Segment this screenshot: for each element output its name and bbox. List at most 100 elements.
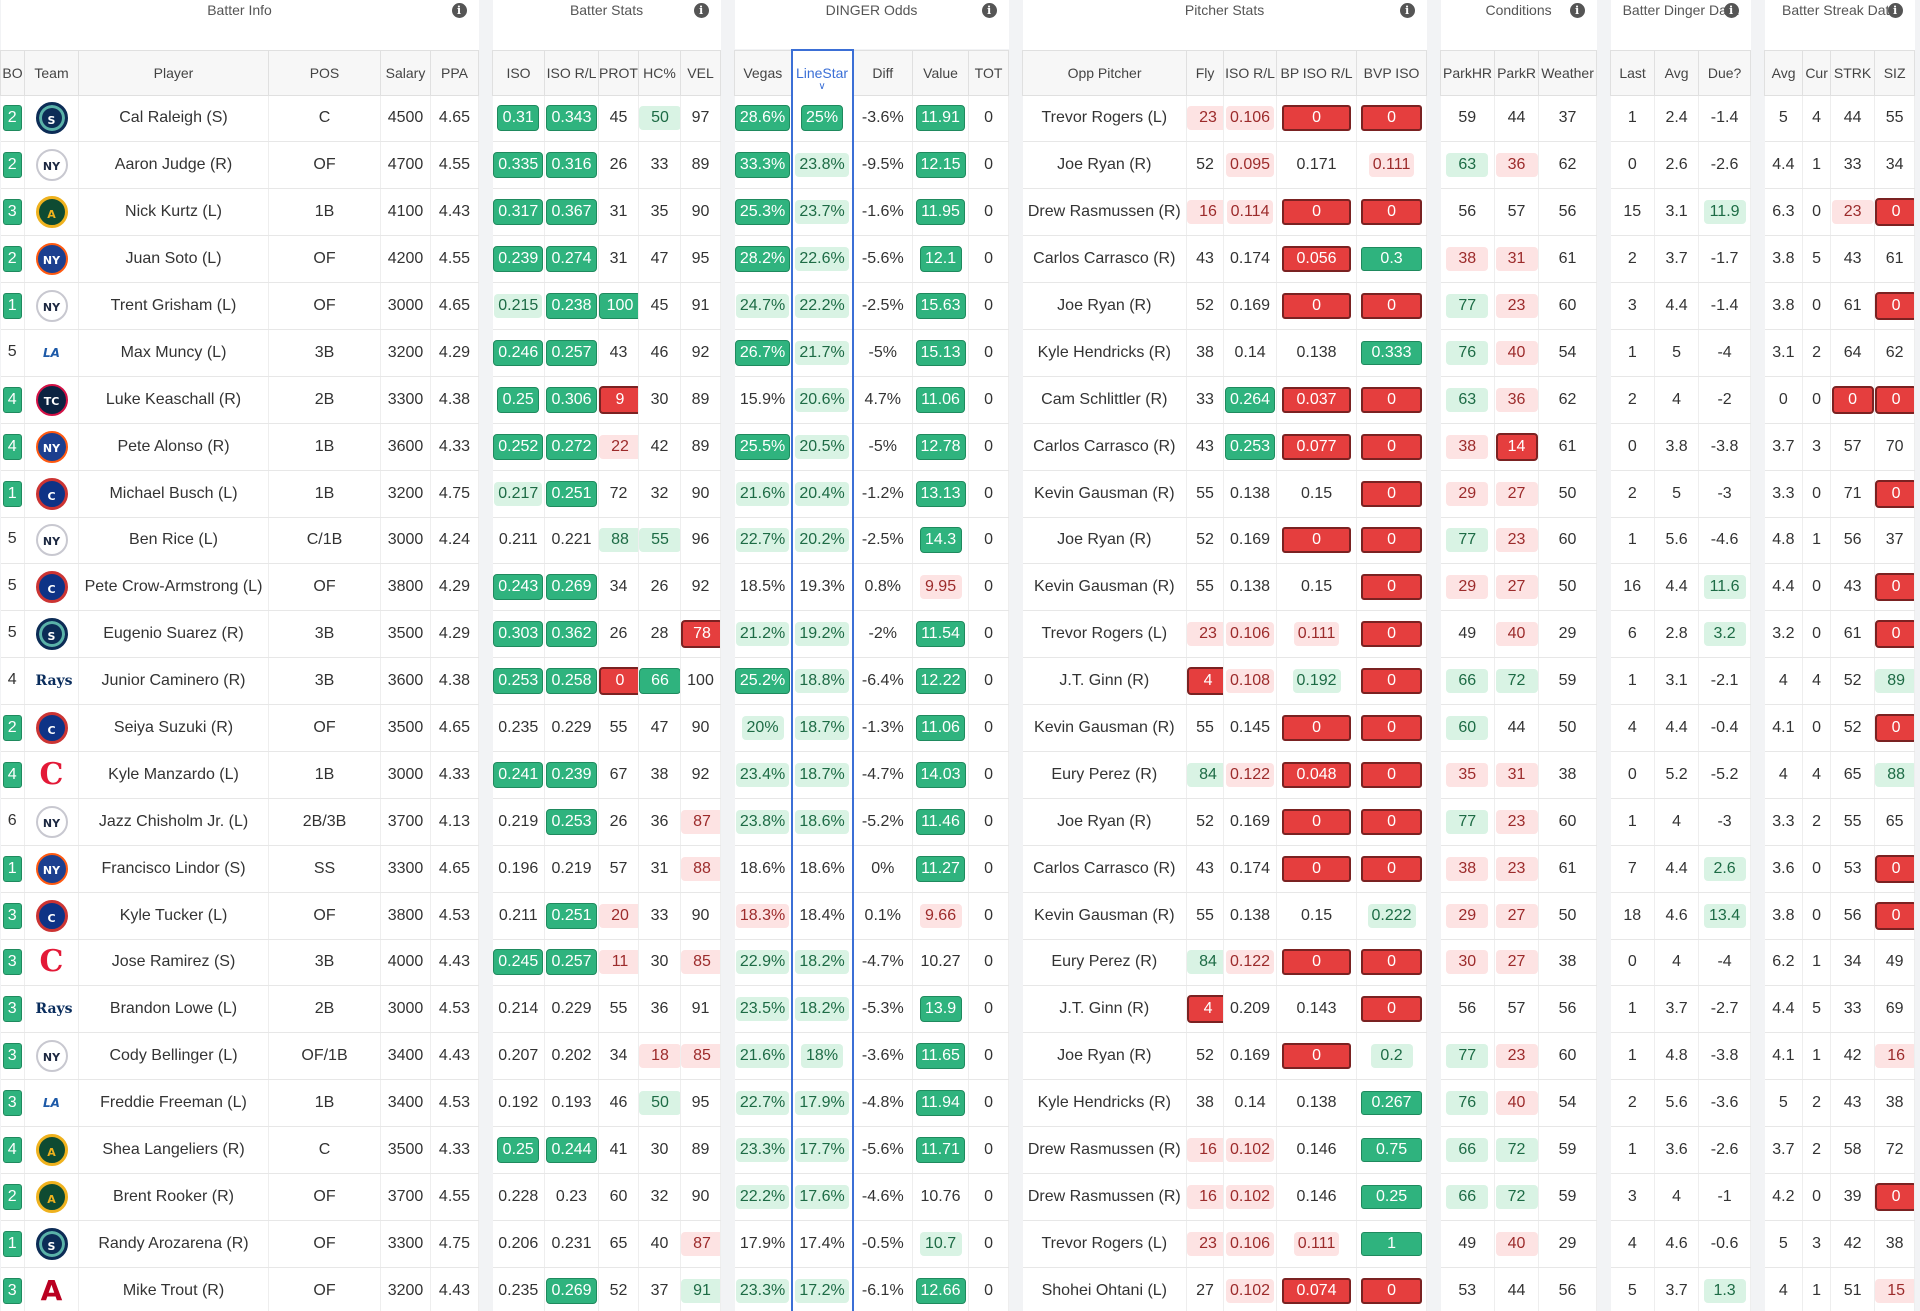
column-header-s-avg[interactable]: Avg xyxy=(1764,49,1804,96)
table-row[interactable]: 1 C Michael Busch (L) 1B 3200 4.75 0.217 0.251 7… xyxy=(0,470,1916,518)
cell-player[interactable]: Freddie Freeman (L) xyxy=(78,1079,269,1128)
cell-opp[interactable]: Drew Rasmussen (R) xyxy=(1022,1173,1188,1221)
table-row[interactable]: 4 NY Pete Alonso (R) 1B 3600 4.33 0.252 0.272 22… xyxy=(0,423,1916,471)
cell-opp[interactable]: Drew Rasmussen (R) xyxy=(1022,188,1188,237)
cell-player[interactable]: Nick Kurtz (L) xyxy=(78,188,269,237)
column-header-linestar[interactable]: LineStar ∨ xyxy=(790,49,854,95)
cell-opp[interactable]: Drew Rasmussen (R) xyxy=(1022,1126,1188,1174)
column-header-team[interactable]: Team xyxy=(24,49,79,96)
cell-player[interactable]: Trent Grisham (L) xyxy=(78,282,269,330)
cell-player[interactable]: Cal Raleigh (S) xyxy=(78,95,269,143)
table-row[interactable]: 4 TC Luke Keaschall (R) 2B 3300 4.38 0.25 0.306… xyxy=(0,376,1916,424)
cell-player[interactable]: Randy Arozarena (R) xyxy=(78,1220,269,1268)
cell-player[interactable]: Junior Caminero (R) xyxy=(78,657,269,706)
info-icon[interactable]: i xyxy=(1887,3,1903,18)
table-row[interactable]: 2 S Cal Raleigh (S) C 4500 4.65 0.31 0.343 45 50 9… xyxy=(0,95,1916,143)
cell-opp[interactable]: Joe Ryan (R) xyxy=(1022,798,1188,846)
info-icon[interactable]: i xyxy=(1399,3,1415,18)
cell-opp[interactable]: J.T. Ginn (R) xyxy=(1022,985,1188,1034)
cell-player[interactable]: Kyle Tucker (L) xyxy=(78,892,269,940)
cell-opp[interactable]: Kevin Gausman (R) xyxy=(1022,892,1188,940)
cell-player[interactable]: Cody Bellinger (L) xyxy=(78,1032,269,1081)
table-row[interactable]: 3 C Jose Ramirez (S) 3B 4000 4.43 0.245 0.257 11… xyxy=(0,939,1916,987)
info-icon[interactable]: i xyxy=(693,3,709,18)
cell-player[interactable]: Brandon Lowe (L) xyxy=(78,985,269,1034)
cell-player[interactable]: Max Muncy (L) xyxy=(78,329,269,377)
cell-opp[interactable]: Trevor Rogers (L) xyxy=(1022,95,1188,143)
column-header-p-iso-rl[interactable]: ISO R/L xyxy=(1223,49,1278,96)
info-icon[interactable]: i xyxy=(1723,3,1739,18)
info-icon[interactable]: i xyxy=(451,3,467,18)
table-row[interactable]: 5 NY Ben Rice (L) C/1B 3000 4.24 0.211 0.221 88 5… xyxy=(0,517,1916,565)
column-header-iso[interactable]: ISO xyxy=(492,49,545,96)
table-row[interactable]: 4 Rays Junior Caminero (R) 3B 3600 4.38 0.253 0… xyxy=(0,657,1916,706)
table-row[interactable]: 3 NY Cody Bellinger (L) OF/1B 3400 4.43 0.207 0… xyxy=(0,1032,1916,1081)
cell-player[interactable]: Aaron Judge (R) xyxy=(78,141,269,190)
column-header-parkhr[interactable]: ParkHR xyxy=(1440,49,1496,96)
cell-player[interactable]: Francisco Lindor (S) xyxy=(78,845,269,893)
table-row[interactable]: 3 A Mike Trout (R) OF 3200 4.43 0.235 0.269 52 37… xyxy=(0,1267,1916,1311)
column-header-salary[interactable]: Salary xyxy=(380,49,431,96)
cell-opp[interactable]: Kyle Hendricks (R) xyxy=(1022,329,1188,377)
table-row[interactable]: 3 C Kyle Tucker (L) OF 3800 4.53 0.211 0.251 20 3… xyxy=(0,892,1916,940)
cell-opp[interactable]: Eury Perez (R) xyxy=(1022,751,1188,799)
column-header-weather[interactable]: Weather xyxy=(1538,49,1598,96)
cell-opp[interactable]: Trevor Rogers (L) xyxy=(1022,1220,1188,1268)
cell-opp[interactable]: Kyle Hendricks (R) xyxy=(1022,1079,1188,1128)
cell-opp[interactable]: Eury Perez (R) xyxy=(1022,939,1188,987)
column-header-due[interactable]: Due? xyxy=(1698,49,1752,96)
info-icon[interactable]: i xyxy=(1569,3,1585,18)
column-header-prot[interactable]: PROT xyxy=(598,49,639,96)
column-header-pos[interactable]: POS xyxy=(268,49,381,96)
table-row[interactable]: 1 NY Francisco Lindor (S) SS 3300 4.65 0.196 0.… xyxy=(0,845,1916,893)
cell-opp[interactable]: Joe Ryan (R) xyxy=(1022,141,1188,190)
cell-opp[interactable]: Kevin Gausman (R) xyxy=(1022,470,1188,518)
column-header-vegas[interactable]: Vegas xyxy=(734,49,793,96)
cell-player[interactable]: Juan Soto (L) xyxy=(78,235,269,284)
cell-opp[interactable]: Joe Ryan (R) xyxy=(1022,517,1188,565)
column-header-avg[interactable]: Avg xyxy=(1654,49,1700,96)
column-header-value[interactable]: Value xyxy=(912,49,970,96)
cell-player[interactable]: Eugenio Suarez (R) xyxy=(78,610,269,659)
cell-player[interactable]: Seiya Suzuki (R) xyxy=(78,704,269,752)
table-row[interactable]: 3 LA Freddie Freeman (L) 1B 3400 4.53 0.192 0.1… xyxy=(0,1079,1916,1128)
cell-player[interactable]: Pete Crow-Armstrong (L) xyxy=(78,563,269,612)
column-header-bp-iso[interactable]: BP ISO R/L xyxy=(1276,49,1358,96)
cell-opp[interactable]: Trevor Rogers (L) xyxy=(1022,610,1188,659)
cell-opp[interactable]: Carlos Carrasco (R) xyxy=(1022,423,1188,471)
cell-opp[interactable]: J.T. Ginn (R) xyxy=(1022,657,1188,706)
table-row[interactable]: 5 S Eugenio Suarez (R) 3B 3500 4.29 0.303 0.362… xyxy=(0,610,1916,659)
table-row[interactable]: 5 LA Max Muncy (L) 3B 3200 4.29 0.246 0.257 43 46… xyxy=(0,329,1916,377)
column-header-bvp-iso[interactable]: BVP ISO xyxy=(1356,49,1428,96)
column-header-siz[interactable]: SIZ xyxy=(1874,49,1916,96)
table-row[interactable]: 4 A Shea Langeliers (R) C 3500 4.33 0.25 0.244 4… xyxy=(0,1126,1916,1174)
cell-opp[interactable]: Kevin Gausman (R) xyxy=(1022,704,1188,752)
table-row[interactable]: 2 C Seiya Suzuki (R) OF 3500 4.65 0.235 0.229 55… xyxy=(0,704,1916,752)
table-row[interactable]: 1 NY Trent Grisham (L) OF 3000 4.65 0.215 0.238… xyxy=(0,282,1916,330)
cell-player[interactable]: Pete Alonso (R) xyxy=(78,423,269,471)
cell-opp[interactable]: Joe Ryan (R) xyxy=(1022,282,1188,330)
cell-opp[interactable]: Cam Schlittler (R) xyxy=(1022,376,1188,424)
cell-player[interactable]: Brent Rooker (R) xyxy=(78,1173,269,1221)
column-header-strk[interactable]: STRK xyxy=(1830,49,1876,96)
info-icon[interactable]: i xyxy=(981,3,997,18)
cell-player[interactable]: Jose Ramirez (S) xyxy=(78,939,269,987)
table-row[interactable]: 6 NY Jazz Chisholm Jr. (L) 2B/3B 3700 4.13 0.2… xyxy=(0,798,1916,846)
column-header-player[interactable]: Player xyxy=(78,49,269,96)
cell-player[interactable]: Luke Keaschall (R) xyxy=(78,376,269,424)
column-header-iso-rl[interactable]: ISO R/L xyxy=(544,49,599,96)
table-row[interactable]: 2 NY Aaron Judge (R) OF 4700 4.55 0.335 0.316 26… xyxy=(0,141,1916,190)
cell-opp[interactable]: Carlos Carrasco (R) xyxy=(1022,845,1188,893)
cell-player[interactable]: Ben Rice (L) xyxy=(78,517,269,565)
cell-player[interactable]: Kyle Manzardo (L) xyxy=(78,751,269,799)
column-header-vel[interactable]: VEL xyxy=(679,49,722,96)
column-header-last[interactable]: Last xyxy=(1610,49,1656,96)
cell-opp[interactable]: Joe Ryan (R) xyxy=(1022,1032,1188,1081)
table-row[interactable]: 1 S Randy Arozarena (R) OF 3300 4.75 0.206 0.23… xyxy=(0,1220,1916,1268)
column-header-cur[interactable]: Cur xyxy=(1802,49,1832,96)
column-header-opp[interactable]: Opp Pitcher xyxy=(1022,49,1188,96)
cell-player[interactable]: Jazz Chisholm Jr. (L) xyxy=(78,798,269,846)
table-row[interactable]: 4 C Kyle Manzardo (L) 1B 3000 4.33 0.241 0.239 6… xyxy=(0,751,1916,799)
cell-opp[interactable]: Carlos Carrasco (R) xyxy=(1022,235,1188,284)
cell-player[interactable]: Michael Busch (L) xyxy=(78,470,269,518)
